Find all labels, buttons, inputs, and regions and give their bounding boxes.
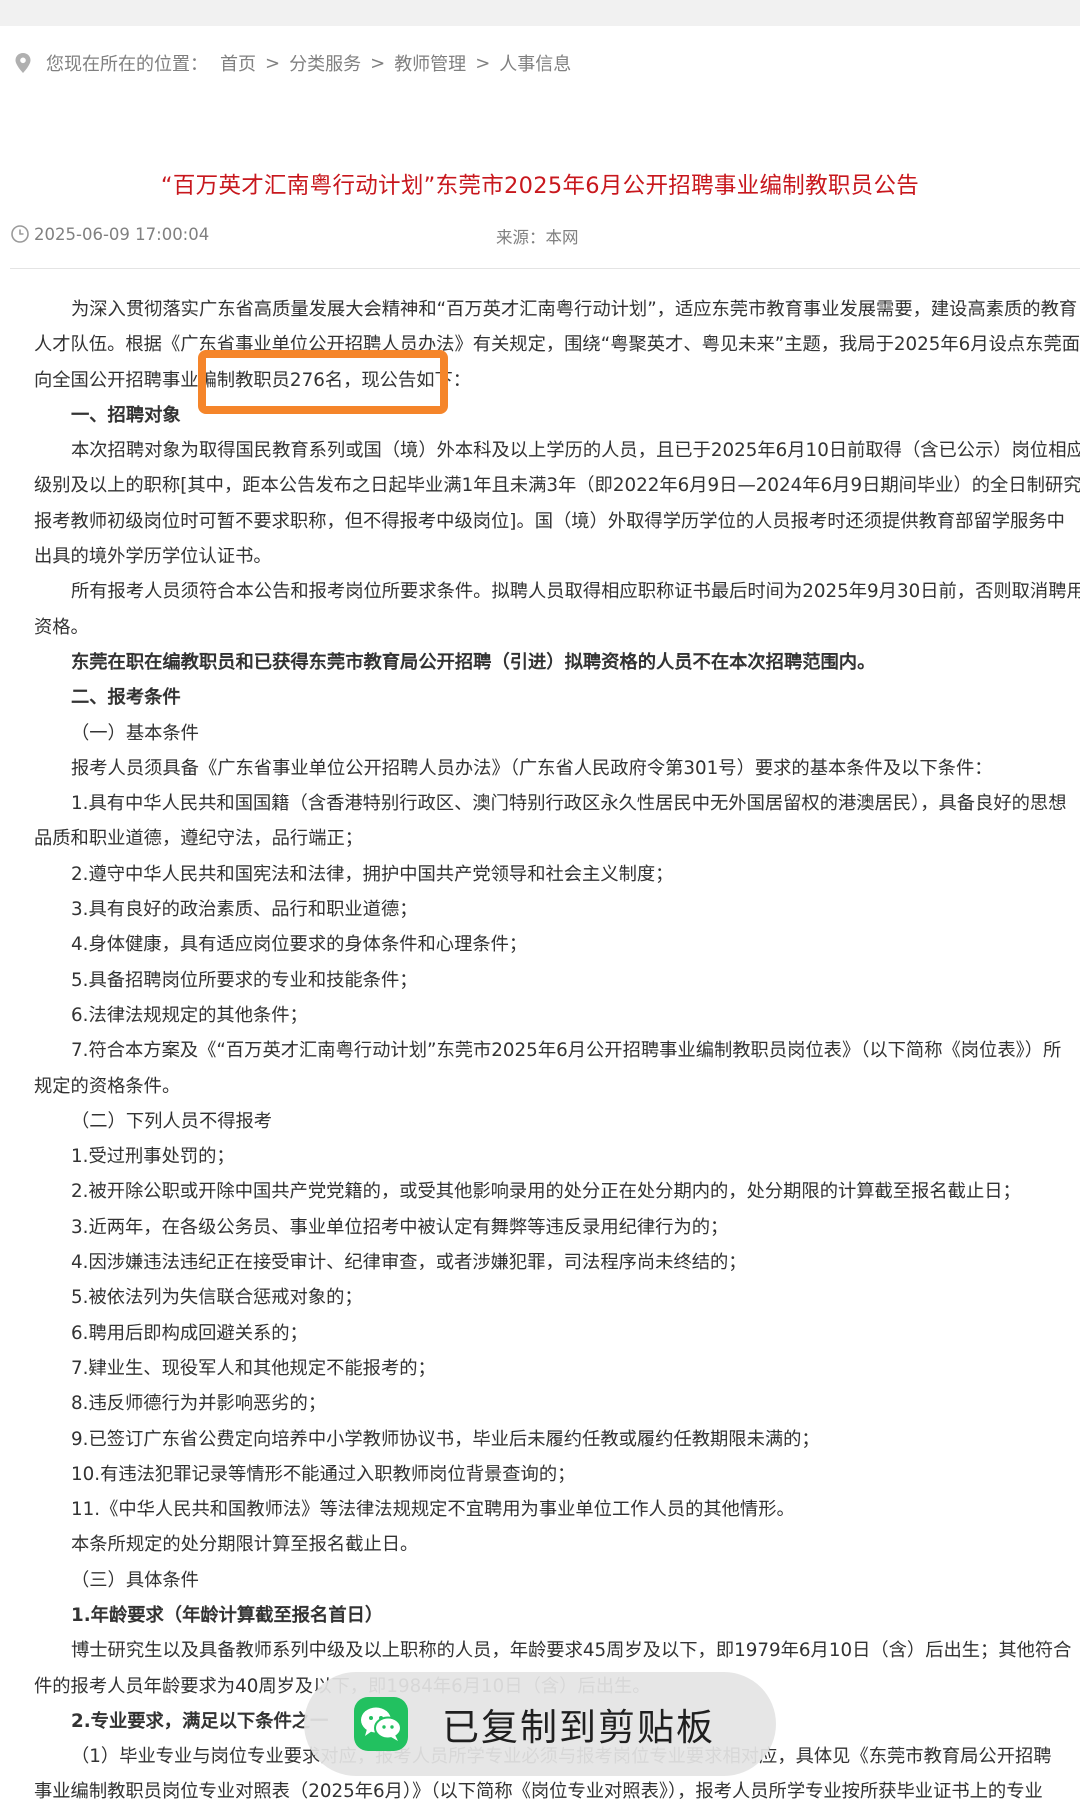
paragraph-line: 向全国公开招聘事业编制教职员276名，现公告如下：	[34, 369, 472, 391]
list-item: 1.具有中华人民共和国国籍（含香港特别行政区、澳门特别行政区永久性居民中无外国居…	[71, 793, 1067, 815]
bold-notice: 东莞在职在编教职员和已获得东莞市教育局公开招聘（引进）拟聘资格的人员不在本次招聘…	[71, 651, 876, 673]
article-body: 为深入贯彻落实广东省高质量发展大会精神和“百万英才汇南粤行动计划”，适应东莞市教…	[34, 292, 1080, 1810]
breadcrumb-personnel-info-link[interactable]: 人事信息	[499, 50, 571, 76]
list-item: 5.被依法列为失信联合惩戒对象的；	[71, 1287, 363, 1309]
publish-datetime: 2025-06-09 17:00:04	[34, 224, 210, 244]
paragraph-line: 博士研究生以及具备教师系列中级及以上职称的人员，年龄要求45周岁及以下，即197…	[71, 1640, 1072, 1662]
paragraph-line: 规定的资格条件。	[34, 1075, 181, 1097]
subsection-heading: （二）下列人员不得报考	[71, 1110, 273, 1132]
list-item: 1.受过刑事处罚的；	[71, 1146, 235, 1168]
paragraph-line: 出具的境外学历学位认证书。	[34, 546, 272, 568]
list-item: 7.符合本方案及《“百万英才汇南粤行动计划”东莞市2025年6月公开招聘事业编制…	[71, 1040, 1062, 1062]
paragraph-line: 品质和职业道德，遵纪守法，品行端正；	[34, 828, 364, 850]
copied-toast: 已复制到剪贴板	[304, 1672, 776, 1776]
list-item: 3.具有良好的政治素质、品行和职业道德；	[71, 899, 418, 921]
paragraph-line: 事业编制教职员岗位专业对照表（2025年6月）》（以下简称《岗位专业对照表》），…	[34, 1781, 1043, 1803]
toast-message: 已复制到剪贴板	[442, 1706, 715, 1749]
paragraph-line: 报考教师初级岗位时可暂不要求职称，但不得报考中级岗位]。国（境）外取得学历学位的…	[34, 510, 1065, 532]
breadcrumb-label: 您现在所在的位置：	[46, 54, 208, 75]
article-meta: 2025-06-09 17:00:04 来源：本网	[10, 224, 1070, 250]
wechat-icon	[354, 1697, 408, 1751]
list-item: 2.遵守中华人民共和国宪法和法律，拥护中国共产党领导和社会主义制度；	[71, 863, 674, 885]
breadcrumb-separator: >	[370, 52, 386, 74]
list-item: 7.肄业生、现役军人和其他规定不能报考的；	[71, 1357, 436, 1379]
paragraph-line: 级别及以上的职称[其中，距本公告发布之日起毕业满1年且未满3年（即2022年6月…	[34, 475, 1080, 497]
breadcrumb-separator: >	[475, 52, 491, 74]
list-item: 2.被开除公职或开除中国共产党党籍的，或受其他影响录用的处分正在处分期内的，处分…	[71, 1181, 1021, 1203]
list-item: 4.身体健康，具有适应岗位要求的身体条件和心理条件；	[71, 934, 528, 956]
list-item: 9.已签订广东省公费定向培养中小学教师协议书，毕业后未履约任教或履约任教期限未满…	[71, 1428, 820, 1450]
breadcrumb-teacher-management-link[interactable]: 教师管理	[394, 50, 466, 76]
breadcrumb-separator: >	[265, 52, 281, 74]
paragraph-line: 人才队伍。根据《广东省事业单位公开招聘人员办法》有关规定，围绕“粤聚英才、粤见未…	[34, 334, 1080, 356]
breadcrumb-category-link[interactable]: 分类服务	[289, 50, 361, 76]
top-bar	[0, 0, 1080, 26]
list-item: 5.具备招聘岗位所要求的专业和技能条件；	[71, 969, 418, 991]
list-item: 6.法律法规规定的其他条件；	[71, 1004, 308, 1026]
paragraph-line: 所有报考人员须符合本公告和报考岗位所要求条件。拟聘人员取得相应职称证书最后时间为…	[71, 581, 1080, 603]
list-item: 3.近两年，在各级公务员、事业单位招考中被认定有舞弊等违反录用纪律行为的；	[71, 1216, 729, 1238]
paragraph-line: 为深入贯彻落实广东省高质量发展大会精神和“百万英才汇南粤行动计划”，适应东莞市教…	[71, 299, 1078, 320]
list-item: 11.《中华人民共和国教师法》等法律法规规定不宜聘用为事业单位工作人员的其他情形…	[71, 1499, 795, 1521]
article-title: “百万英才汇南粤行动计划”东莞市2025年6月公开招聘事业编制教职员公告	[160, 173, 920, 199]
section-heading: 二、报考条件	[71, 687, 181, 709]
list-item: 4.因涉嫌违法违纪正在接受审计、纪律审查，或者涉嫌犯罪，司法程序尚未终结的；	[71, 1252, 747, 1274]
clock-icon	[11, 225, 29, 243]
publish-time: 2025-06-09 17:00:04	[10, 224, 209, 244]
breadcrumb: 您现在所在的位置： 首页 > 分类服务 > 教师管理 > 人事信息	[14, 48, 571, 78]
list-item: 6.聘用后即构成回避关系的；	[71, 1322, 308, 1344]
paragraph-line: 报考人员须具备《广东省事业单位公开招聘人员办法》（广东省人民政府令第301号）要…	[71, 757, 993, 779]
section-heading: 一、招聘对象	[71, 404, 181, 426]
paragraph-line: 本次招聘对象为取得国民教育系列或国（境）外本科及以上学历的人员，且已于2025年…	[71, 440, 1080, 462]
paragraph-line: 资格。	[34, 616, 89, 638]
article-source: 来源：本网	[496, 228, 579, 247]
divider	[10, 268, 1080, 269]
list-item: 8.违反师德行为并影响恶劣的；	[71, 1393, 327, 1415]
subsection-heading: （三）具体条件	[71, 1569, 199, 1591]
bold-subheading: 1.年龄要求（年龄计算截至报名首日）	[71, 1604, 384, 1626]
list-item: 10.有违法犯罪记录等情形不能通过入职教师岗位背景查询的；	[71, 1463, 576, 1485]
breadcrumb-home-link[interactable]: 首页	[220, 50, 256, 76]
location-pin-icon	[15, 53, 31, 73]
paragraph-line: 本条所规定的处分期限计算至报名截止日。	[71, 1534, 419, 1556]
subsection-heading: （一）基本条件	[71, 722, 199, 744]
